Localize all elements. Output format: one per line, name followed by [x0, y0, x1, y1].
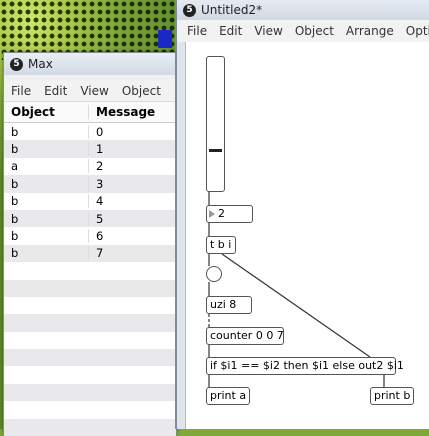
table-row[interactable]: b0 [4, 123, 176, 140]
console-table: Object Message b0 b1 a2 b3 b4 b5 b6 b7 [4, 102, 176, 436]
patcher-menu-file[interactable]: File [187, 24, 207, 38]
row-message: 3 [96, 176, 104, 191]
table-row[interactable]: b1 [4, 140, 176, 158]
patcher-menu-view[interactable]: View [254, 24, 282, 38]
console-rows: b0 b1 a2 b3 b4 b5 b6 b7 [4, 123, 176, 436]
empty-row [4, 349, 176, 367]
row-message: 1 [96, 142, 104, 157]
row-object: b [4, 176, 89, 191]
empty-row [4, 332, 176, 349]
print-a-object[interactable]: print a [206, 387, 250, 405]
desktop-icon[interactable] [158, 30, 172, 48]
patcher-menu-options[interactable]: Option [406, 24, 429, 38]
slider-knob[interactable] [209, 149, 222, 152]
patcher-sidebar-edge [177, 42, 185, 429]
number-value: 2 [218, 207, 225, 220]
uzi-object[interactable]: uzi 8 [206, 296, 252, 314]
row-message: 0 [96, 124, 104, 139]
bang-button[interactable] [206, 266, 222, 282]
table-row[interactable]: a2 [4, 158, 176, 175]
empty-row [4, 314, 176, 332]
print-b-object[interactable]: print b [370, 387, 414, 405]
table-row[interactable]: b7 [4, 244, 176, 263]
desktop-pattern [0, 0, 175, 60]
patcher-window-title: Untitled2* [201, 3, 263, 17]
max-menu-file[interactable]: File [11, 84, 31, 98]
trigger-object[interactable]: t b i [206, 236, 236, 254]
row-object: b [4, 194, 89, 209]
slider[interactable] [206, 56, 225, 192]
row-object: b [4, 124, 89, 139]
max-console-window: 5 Max File Edit View Object Object Messa… [3, 52, 177, 436]
max-logo-icon: 5 [10, 57, 23, 71]
console-header: Object Message [4, 102, 176, 123]
row-object: b [4, 211, 89, 226]
row-message: 5 [96, 211, 104, 226]
table-row[interactable]: b6 [4, 227, 176, 244]
row-object: a [4, 159, 89, 174]
max-menu-object[interactable]: Object [122, 84, 161, 98]
max-menu-edit[interactable]: Edit [44, 84, 67, 98]
number-box[interactable]: 2 [206, 205, 253, 223]
empty-row [4, 418, 176, 436]
column-message-header[interactable]: Message [89, 105, 176, 119]
counter-object[interactable]: counter 0 0 7 [206, 327, 284, 345]
row-object: b [4, 246, 89, 261]
empty-row [4, 383, 176, 402]
row-message: 6 [96, 229, 104, 244]
max-logo-icon: 5 [183, 3, 196, 17]
patcher-menu-object[interactable]: Object [295, 24, 334, 38]
patcher-menubar: File Edit View Object Arrange Option [177, 20, 429, 43]
if-object[interactable]: if $i1 == $i2 then $i1 else out2 $i1 [206, 357, 404, 375]
row-object: b [4, 142, 89, 157]
table-row[interactable]: b4 [4, 193, 176, 210]
row-message: 7 [96, 246, 104, 261]
max-menu-view[interactable]: View [80, 84, 108, 98]
empty-row [4, 262, 176, 279]
empty-row [4, 279, 176, 297]
table-row[interactable]: b5 [4, 209, 176, 228]
row-object: b [4, 229, 89, 244]
max-menubar: File Edit View Object [4, 81, 176, 102]
patcher-menu-edit[interactable]: Edit [219, 24, 242, 38]
empty-row [4, 401, 176, 418]
max-title-bar[interactable]: 5 Max [4, 53, 176, 75]
max-window-title: Max [28, 57, 53, 71]
table-row[interactable]: b3 [4, 175, 176, 193]
patcher-canvas[interactable]: 2 t b i uzi 8 counter 0 0 7 if $i1 == $i… [185, 42, 429, 429]
patcher-menu-arrange[interactable]: Arrange [346, 24, 394, 38]
number-triangle-icon [209, 210, 215, 218]
patcher-title-bar[interactable]: 5 Untitled2* [177, 0, 429, 20]
row-message: 4 [96, 194, 104, 209]
patcher-window: 5 Untitled2* File Edit View Object Arran… [175, 0, 429, 429]
column-object-header[interactable]: Object [4, 105, 89, 119]
empty-row [4, 297, 176, 314]
row-message: 2 [96, 159, 104, 174]
empty-row [4, 366, 176, 383]
